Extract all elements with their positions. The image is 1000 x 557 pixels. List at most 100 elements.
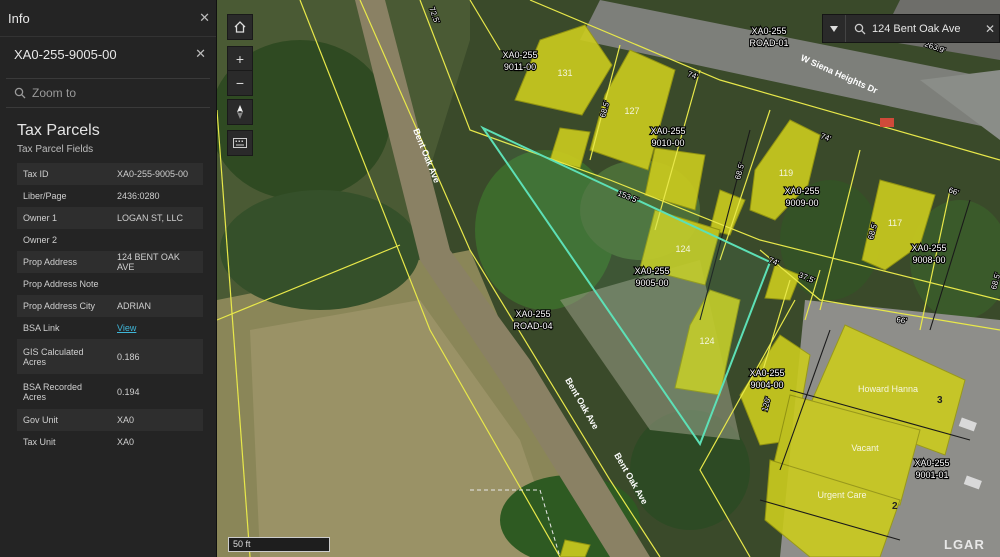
clear-search-button[interactable]: ✕ (981, 22, 999, 36)
dimension-label: 66' (896, 315, 908, 326)
panel-title: Info (8, 10, 30, 26)
fields-table: Tax ID XA0-255-9005-00 Liber/Page 2436:028… (17, 163, 203, 453)
parcel-label: 9001-01 (915, 470, 948, 480)
field-label: Tax Unit (17, 431, 111, 453)
parcel-label: XA0-255 (914, 458, 949, 468)
keyboard-icon (233, 138, 247, 148)
field-label: Prop Address City (17, 295, 111, 317)
field-row: GIS Calculated Acres 0.186 (17, 339, 203, 374)
keyboard-button[interactable] (227, 130, 253, 156)
field-row: Gov Unit XA0 (17, 409, 203, 431)
bsa-view-link[interactable]: View (117, 323, 136, 333)
parcel-label: 9011-00 (504, 62, 536, 72)
parcel-label: XA0-255 (634, 266, 669, 276)
parcel-label: XA0-255 (911, 243, 946, 253)
search-icon (14, 87, 26, 99)
zoom-to-button[interactable]: Zoom to (6, 78, 210, 108)
home-icon (234, 21, 246, 33)
search-icon (854, 23, 866, 34)
search-source-dropdown[interactable] (823, 15, 846, 42)
field-label: Gov Unit (17, 409, 111, 431)
parcel-label: XA0-255 (751, 26, 786, 36)
field-value: XA0 (111, 409, 203, 431)
field-label: Owner 2 (17, 229, 111, 251)
house-number: 117 (888, 218, 902, 228)
feature-id: XA0-255-9005-00 (14, 46, 117, 62)
house-number: 124 (675, 244, 690, 254)
section-title: Tax Parcels (17, 122, 100, 139)
close-feature-button[interactable]: ✕ (195, 46, 206, 62)
field-label: BSA Link (17, 317, 111, 339)
field-row: Owner 1 LOGAN ST, LLC (17, 207, 203, 229)
close-panel-button[interactable]: ✕ (199, 10, 210, 26)
field-label: Owner 1 (17, 207, 111, 229)
unit-number: 2 (892, 501, 898, 512)
field-label: BSA Recorded Acres (17, 374, 111, 409)
unit-number: 3 (937, 395, 943, 406)
home-button[interactable] (227, 14, 253, 40)
field-label: Liber/Page (17, 185, 111, 207)
field-row: Tax Unit XA0 (17, 431, 203, 453)
house-number: 124 (699, 336, 714, 346)
info-panel: Info ✕ XA0-255-9005-00 ✕ Zoom to Tax Par… (0, 0, 217, 557)
field-label: GIS Calculated Acres (17, 339, 111, 374)
parcel-label: XA0-255 (749, 368, 784, 378)
compass-button[interactable] (227, 99, 253, 125)
field-row: Owner 2 (17, 229, 203, 251)
field-value: 2436:0280 (111, 185, 203, 207)
house-number: 119 (779, 168, 793, 178)
business-label: Urgent Care (817, 490, 866, 500)
chevron-down-icon (830, 25, 838, 32)
field-row: BSA Recorded Acres 0.194 (17, 374, 203, 409)
feature-header: XA0-255-9005-00 ✕ (0, 39, 216, 69)
scale-bar: 50 ft (228, 537, 330, 552)
parcel-label: XA0-255 (502, 50, 537, 60)
business-label: Vacant (851, 443, 879, 453)
parcel-label: 9009-00 (785, 198, 818, 208)
field-row: Prop Address 124 BENT OAK AVE (17, 251, 203, 273)
zoom-out-button[interactable]: − (227, 70, 253, 96)
field-row: Prop Address Note (17, 273, 203, 295)
field-value: View (111, 317, 203, 339)
field-value: 0.194 (111, 374, 203, 409)
parcel-label: 9004-00 (750, 380, 783, 390)
field-label: Prop Address Note (17, 273, 111, 295)
search-input[interactable]: 124 Bent Oak Ave (872, 23, 981, 35)
field-value: ADRIAN (111, 295, 203, 317)
parcel-label: 9008-00 (912, 255, 945, 265)
plus-icon: + (235, 51, 245, 67)
field-value: LOGAN ST, LLC (111, 207, 203, 229)
field-row: Tax ID XA0-255-9005-00 (17, 163, 203, 185)
field-value (111, 229, 203, 251)
parcel-label: 9010-00 (651, 138, 684, 148)
section-subtitle: Tax Parcel Fields (17, 144, 94, 155)
field-value: 124 BENT OAK AVE (111, 251, 203, 273)
parcel-label: ROAD-01 (749, 38, 788, 48)
minus-icon: − (235, 75, 245, 91)
search-box: 124 Bent Oak Ave ✕ (822, 14, 1000, 43)
field-value (111, 273, 203, 295)
parcel-label: XA0-255 (650, 126, 685, 136)
field-value: XA0-255-9005-00 (111, 163, 203, 185)
aerial-map: Bent Oak Ave Bent Oak Ave Bent Oak Ave W… (217, 0, 1000, 557)
map-view[interactable]: Bent Oak Ave Bent Oak Ave Bent Oak Ave W… (217, 0, 1000, 557)
field-value: 0.186 (111, 339, 203, 374)
parcel-label: 9005-00 (635, 278, 668, 288)
panel-header: Info ✕ (0, 0, 216, 37)
field-label: Prop Address (17, 251, 111, 273)
parcel-label: ROAD-04 (513, 321, 552, 331)
parcel-label: XA0-255 (784, 186, 819, 196)
field-value: XA0 (111, 431, 203, 453)
house-number: 131 (557, 68, 572, 78)
zoom-in-button[interactable]: + (227, 46, 253, 72)
house-number: 127 (624, 106, 639, 116)
compass-icon (237, 105, 243, 119)
field-row: Prop Address City ADRIAN (17, 295, 203, 317)
parcel-label: XA0-255 (515, 309, 550, 319)
business-label: Howard Hanna (858, 384, 918, 394)
field-row: Liber/Page 2436:0280 (17, 185, 203, 207)
zoom-to-label: Zoom to (32, 86, 77, 100)
field-row: BSA Link View (17, 317, 203, 339)
lgar-logo: LGAR (944, 537, 985, 552)
field-label: Tax ID (17, 163, 111, 185)
